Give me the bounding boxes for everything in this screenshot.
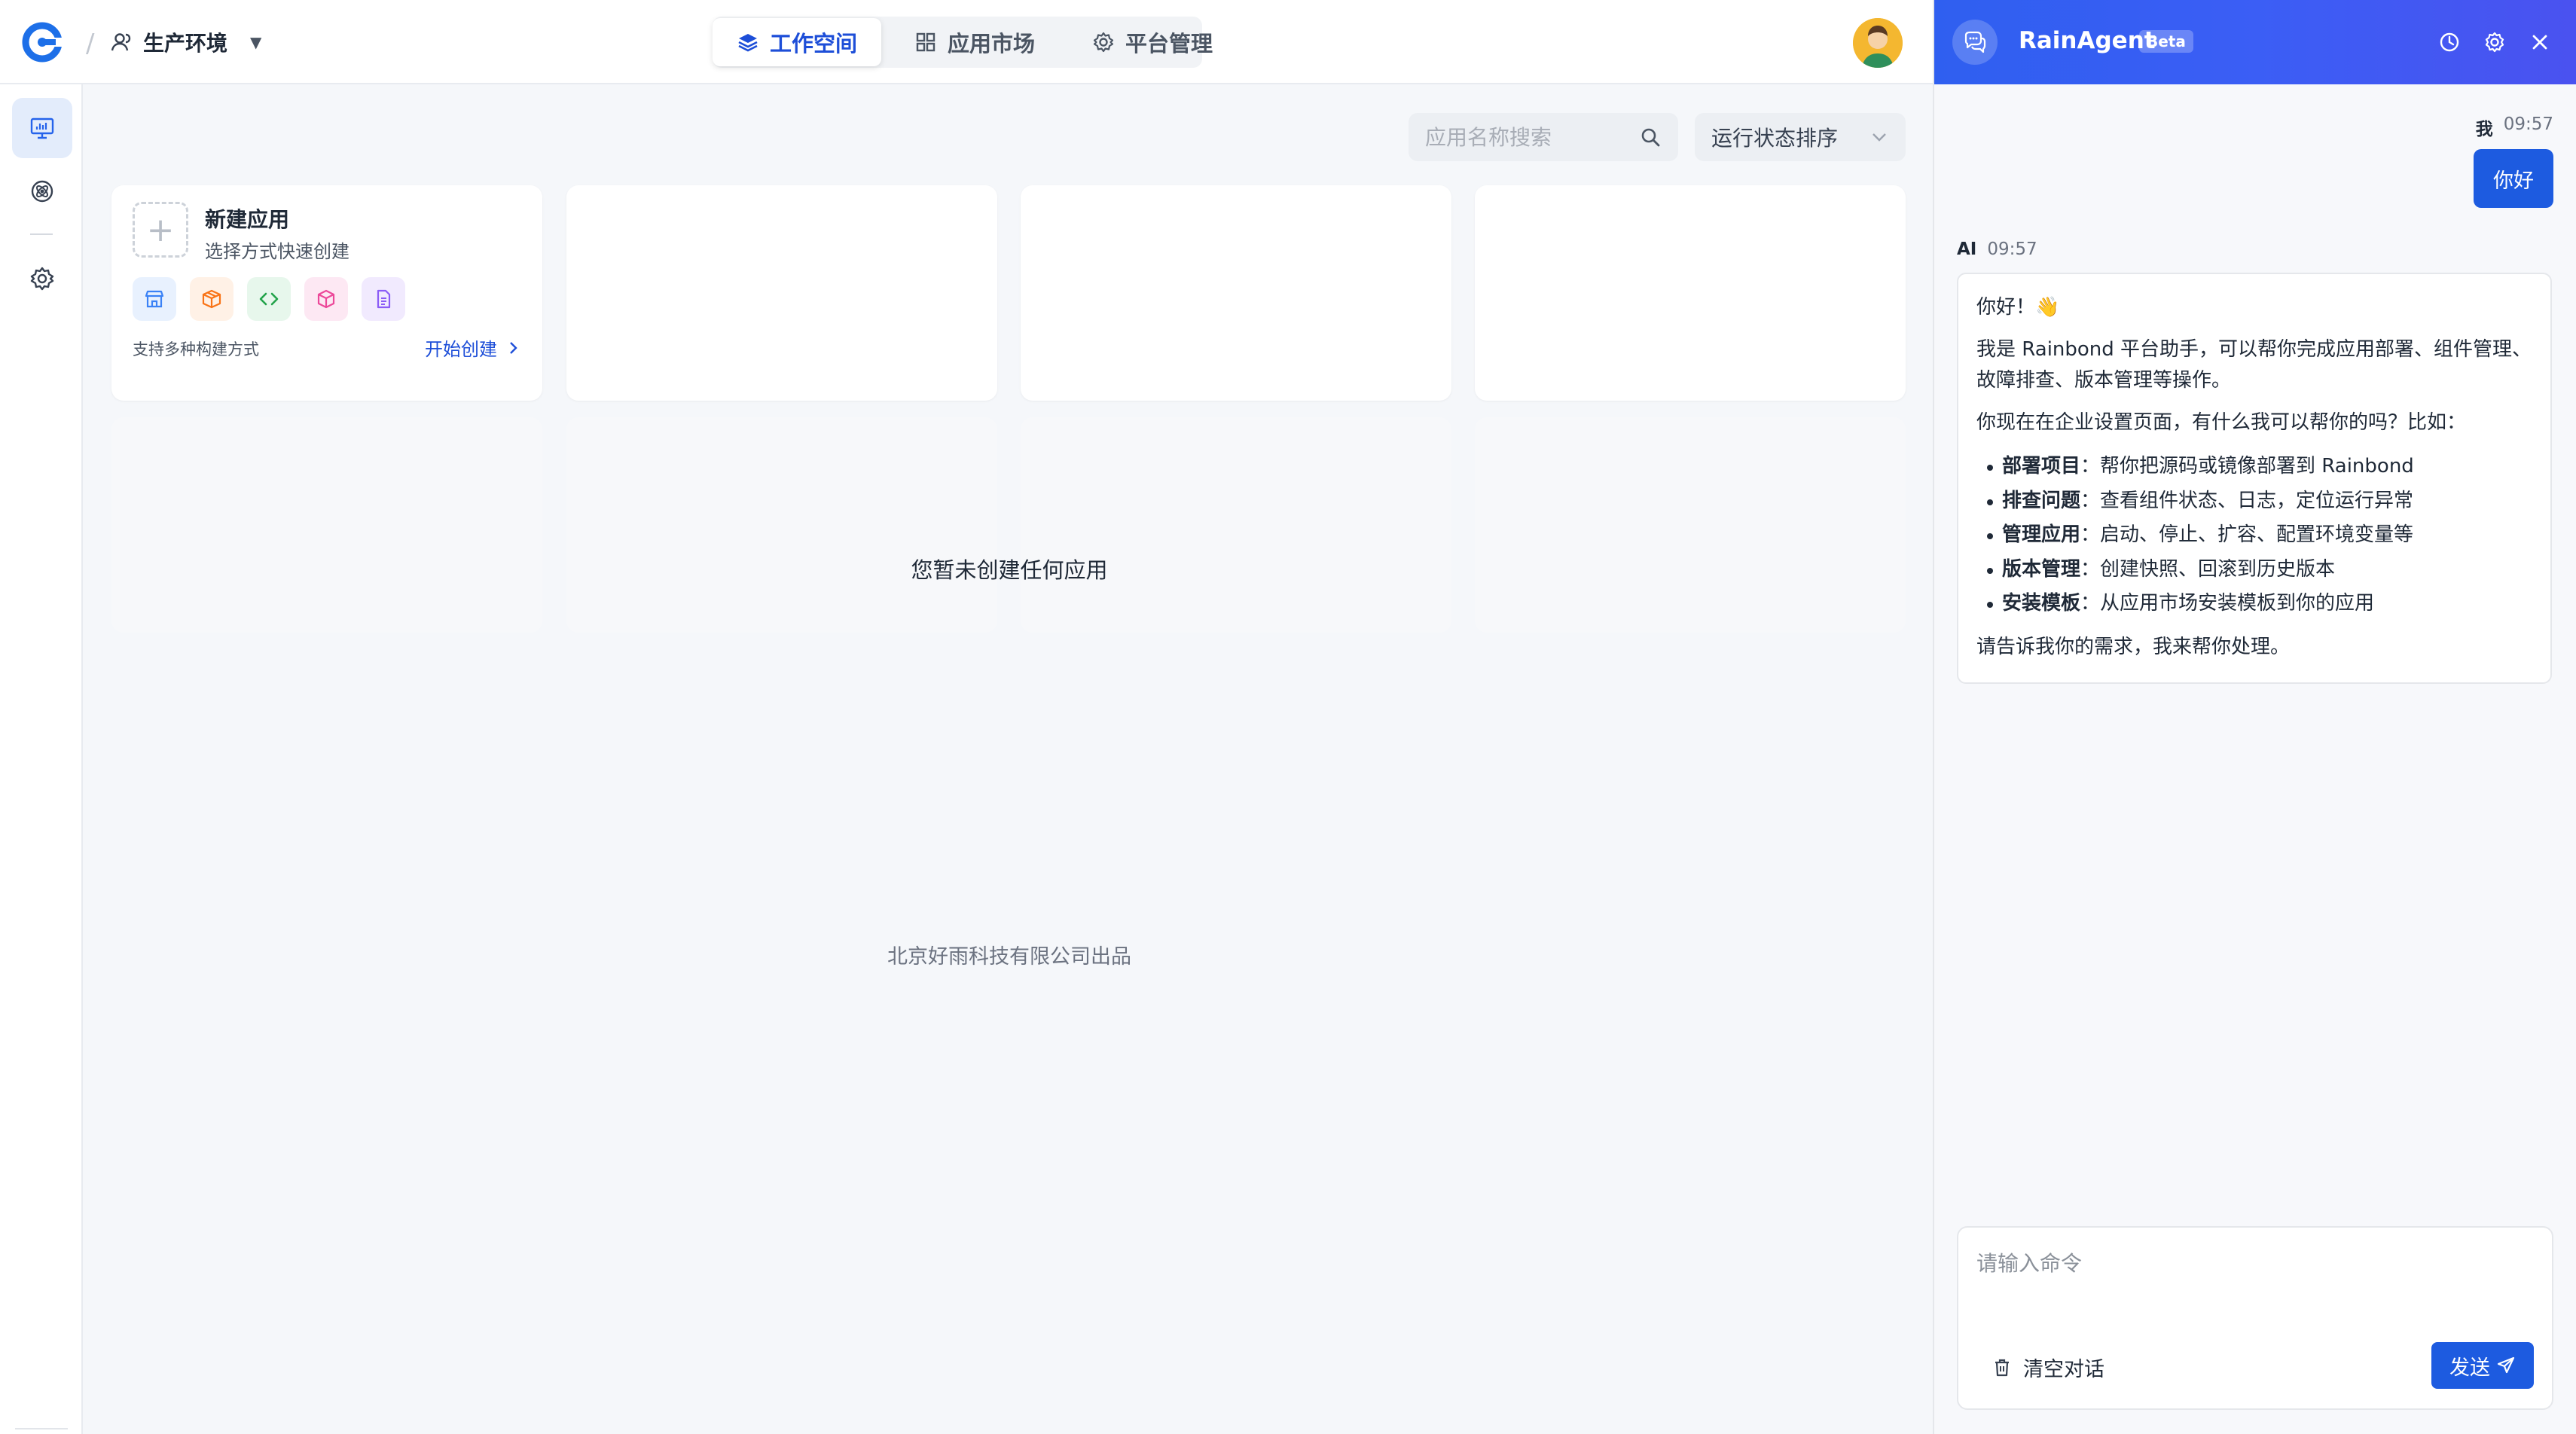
- trash-icon: [1995, 1359, 2009, 1376]
- build-from-market[interactable]: [133, 277, 176, 321]
- empty-state-text: 您暂未创建任何应用: [911, 557, 1108, 583]
- monitor-icon: [30, 117, 54, 139]
- user-sender-label: 我: [2475, 120, 2493, 139]
- cube-icon: [317, 289, 335, 309]
- list-item: 管理应用：启动、停止、扩容、配置环境变量等: [1976, 518, 2532, 553]
- build-from-package[interactable]: [190, 277, 233, 321]
- sidebar-divider: [30, 233, 53, 235]
- user-message-time: 09:57: [2503, 114, 2553, 134]
- ai-intro: 我是 Rainbond 平台助手，可以帮你完成应用部署、组件管理、故障排查、版本…: [1976, 338, 2532, 392]
- sort-select[interactable]: 运行状态排序: [1695, 113, 1906, 161]
- sidebar-bottom-divider: [15, 1428, 68, 1429]
- ai-capability-list: 部署项目：帮你把源码或镜像部署到 Rainbond 排查问题：查看组件状态、日志…: [1976, 450, 2532, 621]
- start-create-label: 开始创建: [425, 339, 497, 360]
- main-app: / 生产环境 ▼ 工作空间 应用市场 平台管理 应用名称搜索 运行状态排序 + …: [0, 0, 1933, 1434]
- breadcrumb-separator: /: [86, 29, 95, 59]
- gear-icon: [1093, 32, 1114, 53]
- chevron-down-icon: [1872, 133, 1886, 142]
- left-sidebar: [0, 84, 83, 1434]
- chat-history[interactable]: 我 09:57 你好 AI 09:57 你好！👋 我是 Rainbond 平台助…: [1934, 84, 2576, 1214]
- build-from-yaml[interactable]: [362, 277, 405, 321]
- list-item: 部署项目：帮你把源码或镜像部署到 Rainbond: [1976, 450, 2532, 484]
- package-icon: [202, 289, 221, 309]
- sidebar-item-dashboard[interactable]: [12, 98, 72, 158]
- list-item: 排查问题：查看组件状态、日志，定位运行异常: [1976, 484, 2532, 519]
- app-search-box[interactable]: [1409, 113, 1678, 161]
- message-composer: 清空对话 发送: [1957, 1226, 2553, 1410]
- list-item: 安装模板：从应用市场安装模板到你的应用: [1976, 587, 2532, 621]
- top-bar: / 生产环境 ▼ 工作空间 应用市场 平台管理: [0, 0, 1933, 84]
- user-avatar[interactable]: [1853, 18, 1903, 68]
- beta-badge: Beta: [2139, 30, 2193, 53]
- ai-message-meta: AI 09:57: [1957, 240, 2037, 259]
- ai-question: 你现在在企业设置页面，有什么我可以帮你的吗？比如：: [1976, 410, 2467, 434]
- build-from-source[interactable]: [247, 277, 291, 321]
- team-icon: [111, 33, 131, 51]
- app-card-placeholder: [566, 417, 997, 633]
- build-from-image[interactable]: [304, 277, 348, 321]
- plus-icon[interactable]: +: [133, 202, 188, 258]
- footer-credit: 北京好雨科技有限公司出品: [887, 945, 1131, 969]
- chevron-right-icon: [510, 341, 517, 354]
- app-card-placeholder: [1021, 185, 1451, 401]
- app-card-placeholder: [1475, 185, 1906, 401]
- agent-title: RainAgent: [2019, 27, 2156, 54]
- tab-app-market-label: 应用市场: [948, 31, 1036, 56]
- rainbond-logo-icon[interactable]: [21, 21, 63, 63]
- paper-plane-icon: [2497, 1356, 2515, 1374]
- atom-icon: [31, 180, 53, 203]
- ai-greeting: 你好！👋: [1976, 296, 2060, 319]
- start-create-link[interactable]: 开始创建: [425, 334, 521, 361]
- build-method-icons: [133, 277, 405, 321]
- ai-message-time: 09:57: [1987, 240, 2037, 259]
- app-card-placeholder: [111, 417, 542, 633]
- clear-conversation-label: 清空对话: [2023, 1358, 2104, 1381]
- chevron-down-icon: ▼: [250, 33, 262, 51]
- close-icon[interactable]: [2526, 29, 2553, 56]
- environment-label: 生产环境: [143, 31, 228, 56]
- ai-sender-label: AI: [1957, 240, 1977, 259]
- support-text: 支持多种构建方式: [133, 340, 259, 358]
- grid-icon: [916, 32, 935, 52]
- search-input[interactable]: [1425, 124, 1621, 150]
- app-card-placeholder: [1475, 417, 1906, 633]
- tab-workspace-label: 工作空间: [770, 31, 858, 56]
- chat-bubbles-icon: [1952, 20, 1998, 65]
- store-icon: [145, 290, 164, 308]
- user-message-meta: 我 09:57: [2476, 114, 2553, 140]
- user-message-bubble: 你好: [2474, 149, 2553, 208]
- history-icon[interactable]: [2436, 29, 2463, 56]
- send-button[interactable]: 发送: [2431, 1342, 2534, 1389]
- sort-select-value: 运行状态排序: [1711, 126, 1839, 151]
- rainagent-panel: RainAgent Beta 我 09:57 你好 AI 09:57 你好！👋 …: [1933, 0, 2576, 1434]
- app-card-placeholder: [566, 185, 997, 401]
- tab-app-market[interactable]: 应用市场: [890, 18, 1059, 66]
- code-icon: [259, 292, 279, 306]
- clear-conversation-button[interactable]: 清空对话: [1992, 1353, 2104, 1382]
- agent-settings-icon[interactable]: [2481, 29, 2508, 56]
- ai-message-bubble: 你好！👋 我是 Rainbond 平台助手，可以帮你完成应用部署、组件管理、故障…: [1957, 273, 2552, 684]
- new-app-title: 新建应用: [205, 207, 290, 232]
- list-item: 版本管理：创建快照、回滚到历史版本: [1976, 553, 2532, 587]
- nav-tabs: 工作空间 应用市场 平台管理: [713, 18, 1237, 66]
- new-app-card[interactable]: + 新建应用 选择方式快速创建 支持多种构建方式 开始创建: [111, 185, 542, 401]
- search-icon[interactable]: [1639, 126, 1662, 148]
- tab-platform-admin[interactable]: 平台管理: [1068, 18, 1237, 66]
- app-card-placeholder: [1021, 417, 1451, 633]
- tab-platform-admin-label: 平台管理: [1125, 31, 1213, 56]
- agent-header: RainAgent Beta: [1934, 0, 2576, 84]
- sidebar-item-components[interactable]: [12, 161, 72, 221]
- send-label: 发送: [2449, 1356, 2490, 1380]
- command-input[interactable]: [1976, 1247, 2534, 1330]
- tab-workspace[interactable]: 工作空间: [713, 18, 882, 66]
- new-app-subtitle: 选择方式快速创建: [205, 241, 349, 262]
- document-icon: [377, 289, 391, 309]
- environment-selector[interactable]: 生产环境 ▼: [110, 23, 261, 62]
- settings-icon: [30, 267, 54, 291]
- sidebar-item-settings[interactable]: [12, 249, 72, 309]
- ai-closing: 请告诉我你的需求，我来帮你处理。: [1976, 635, 2291, 658]
- layers-icon: [738, 34, 758, 52]
